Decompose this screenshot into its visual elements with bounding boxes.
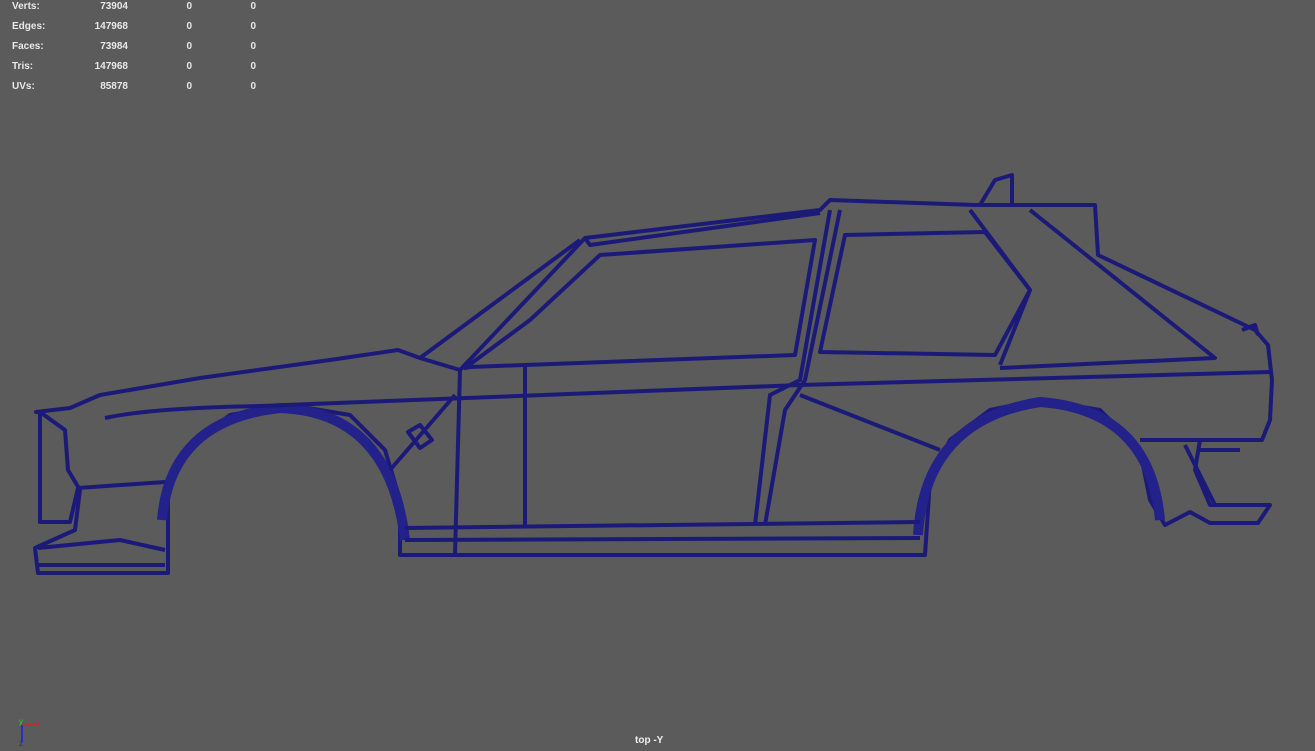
sill	[404, 520, 921, 542]
b-pillar	[753, 209, 832, 526]
rear-wheel-arch	[913, 397, 1165, 536]
axis-x-label: x	[36, 719, 40, 728]
rear-quarter	[968, 208, 1217, 370]
front-wheel-arch	[157, 403, 410, 541]
mirror	[388, 393, 457, 472]
spoiler-fin	[978, 173, 1014, 207]
front-bumper	[38, 412, 166, 524]
axis-gizmo: x y z	[19, 717, 40, 746]
car-wireframe-mesh[interactable]	[0, 0, 1315, 751]
door-diagonal	[799, 393, 941, 452]
camera-label: top -Y	[635, 735, 664, 746]
axis-z-label: z	[19, 739, 23, 746]
front-lower	[37, 538, 166, 567]
axis-y-label: y	[19, 717, 23, 726]
front-window-frame	[463, 238, 817, 370]
